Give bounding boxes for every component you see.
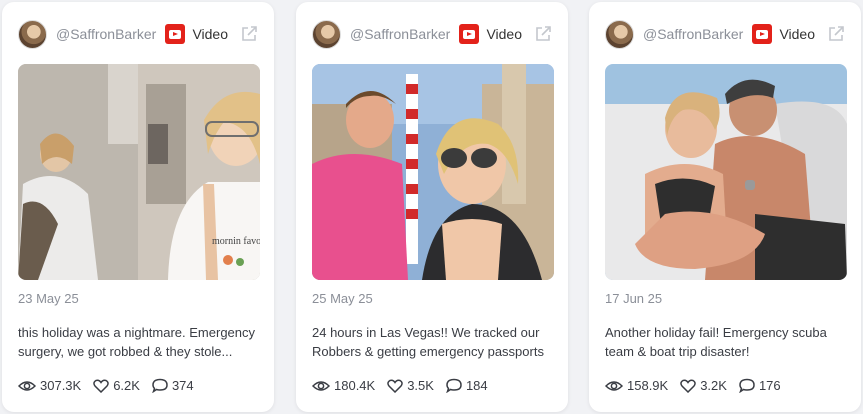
comment-icon xyxy=(446,378,462,393)
video-thumbnail[interactable]: mornin favorite xyxy=(18,64,260,280)
video-card-3[interactable]: @SaffronBarker Video 17 Jun 25 Another h… xyxy=(589,2,861,412)
comments-count: 176 xyxy=(758,378,781,393)
likes-stat: 3.2K xyxy=(680,378,727,393)
comments-count: 374 xyxy=(171,378,194,393)
engagement-stats: 307.3K 6.2K 374 xyxy=(18,378,206,393)
post-description[interactable]: 24 hours in Las Vegas!! We tracked our R… xyxy=(312,323,560,361)
platform-badge: Video xyxy=(752,24,845,44)
views-stat: 180.4K xyxy=(312,378,375,393)
likes-count: 3.5K xyxy=(407,378,434,393)
views-stat: 307.3K xyxy=(18,378,81,393)
card-header: @SaffronBarker Video xyxy=(312,18,552,50)
comments-stat: 374 xyxy=(152,378,194,393)
platform-label: Video xyxy=(486,26,522,42)
creator-handle[interactable]: @SaffronBarker xyxy=(350,26,450,42)
youtube-icon xyxy=(752,24,773,44)
heart-icon xyxy=(387,379,403,393)
avatar[interactable] xyxy=(312,19,341,49)
external-link-icon[interactable] xyxy=(534,25,552,43)
post-description[interactable]: Another holiday fail! Emergency scuba te… xyxy=(605,323,853,361)
thumbnail-shirt-text: mornin favorite xyxy=(212,236,260,247)
external-link-icon[interactable] xyxy=(240,25,258,43)
eye-icon xyxy=(605,380,623,391)
video-card-2[interactable]: @SaffronBarker Video 25 May 25 24 hours … xyxy=(296,2,568,412)
likes-count: 3.2K xyxy=(700,378,727,393)
creator-handle[interactable]: @SaffronBarker xyxy=(643,26,743,42)
avatar[interactable] xyxy=(18,19,47,49)
views-stat: 158.9K xyxy=(605,378,668,393)
likes-stat: 3.5K xyxy=(387,378,434,393)
engagement-stats: 180.4K 3.5K 184 xyxy=(312,378,500,393)
platform-label: Video xyxy=(192,26,228,42)
comment-icon xyxy=(739,378,755,393)
likes-stat: 6.2K xyxy=(93,378,140,393)
video-thumbnail[interactable] xyxy=(605,64,847,280)
post-description[interactable]: this holiday was a nightmare. Emergency … xyxy=(18,323,266,361)
platform-badge: Video xyxy=(459,24,552,44)
creator-handle[interactable]: @SaffronBarker xyxy=(56,26,156,42)
platform-label: Video xyxy=(779,26,815,42)
views-count: 307.3K xyxy=(40,378,82,393)
comments-count: 184 xyxy=(465,378,488,393)
post-date: 23 May 25 xyxy=(18,291,79,306)
likes-count: 6.2K xyxy=(113,378,140,393)
views-count: 180.4K xyxy=(334,378,376,393)
engagement-stats: 158.9K 3.2K 176 xyxy=(605,378,793,393)
views-count: 158.9K xyxy=(627,378,669,393)
comment-icon xyxy=(152,378,168,393)
post-date: 25 May 25 xyxy=(312,291,373,306)
card-header: @SaffronBarker Video xyxy=(18,18,258,50)
avatar[interactable] xyxy=(605,19,634,49)
post-date: 17 Jun 25 xyxy=(605,291,663,306)
external-link-icon[interactable] xyxy=(827,25,845,43)
video-thumbnail[interactable] xyxy=(312,64,554,280)
card-header: @SaffronBarker Video xyxy=(605,18,845,50)
platform-badge: Video xyxy=(165,24,258,44)
heart-icon xyxy=(93,379,109,393)
eye-icon xyxy=(312,380,330,391)
heart-icon xyxy=(680,379,696,393)
youtube-icon xyxy=(459,24,480,44)
eye-icon xyxy=(18,380,36,391)
youtube-icon xyxy=(165,24,186,44)
comments-stat: 176 xyxy=(739,378,781,393)
video-card-1[interactable]: @SaffronBarker Video mornin favo 23 May … xyxy=(2,2,274,412)
comments-stat: 184 xyxy=(446,378,488,393)
